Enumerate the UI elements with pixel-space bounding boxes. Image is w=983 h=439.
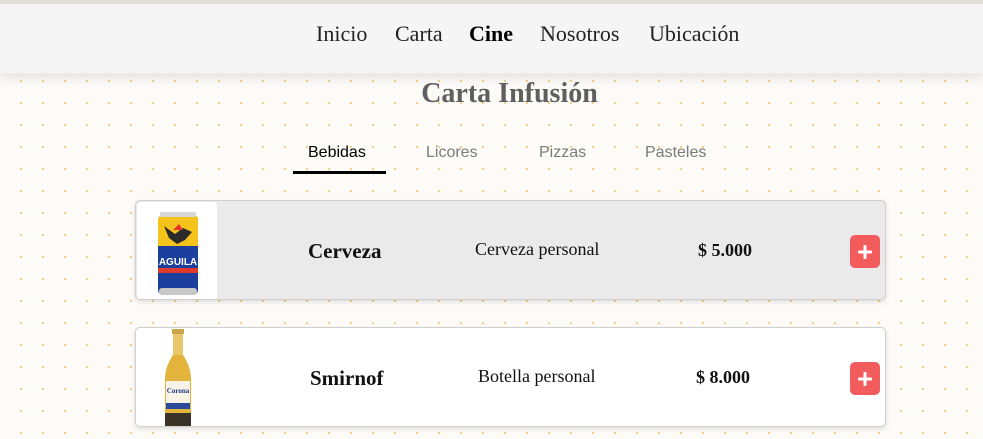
nav-link-ubicacion[interactable]: Ubicación: [649, 21, 739, 47]
tab-bebidas[interactable]: Bebidas: [308, 144, 366, 162]
add-to-cart-button[interactable]: [850, 235, 880, 268]
nav-link-inicio[interactable]: Inicio: [316, 21, 367, 47]
page-title: Carta Infusión: [421, 78, 598, 109]
product-description: Cerveza personal: [475, 239, 600, 259]
svg-text:Corona: Corona: [167, 387, 190, 395]
nav-link-cine[interactable]: Cine: [469, 21, 513, 47]
main-navbar: Inicio Carta Cine Nosotros Ubicación: [0, 4, 983, 74]
product-price: $ 5.000: [698, 240, 752, 260]
product-card: AGUILA Cerveza Cerveza personal $ 5.000: [135, 200, 886, 300]
corona-bottle-icon: Corona: [165, 329, 191, 426]
tab-licores[interactable]: Licores: [426, 144, 478, 162]
nav-link-nosotros[interactable]: Nosotros: [540, 21, 619, 47]
aguila-can-icon: AGUILA: [158, 212, 198, 295]
plus-icon: [858, 371, 872, 386]
product-image: Corona: [137, 329, 217, 426]
product-price: $ 8.000: [696, 367, 750, 387]
nav-link-carta[interactable]: Carta: [395, 21, 443, 47]
plus-icon: [858, 244, 872, 259]
svg-text:AGUILA: AGUILA: [159, 257, 197, 268]
product-name: Cerveza: [308, 239, 382, 263]
product-name: Smirnof: [310, 366, 384, 390]
product-card: Corona Smirnof Botella personal $ 8.000: [135, 327, 886, 427]
tab-pizzas[interactable]: Pizzas: [539, 144, 586, 162]
active-tab-underline: [293, 171, 386, 174]
product-image: AGUILA: [137, 202, 217, 299]
product-description: Botella personal: [478, 366, 596, 386]
add-to-cart-button[interactable]: [850, 362, 880, 395]
tab-pasteles[interactable]: Pasteles: [645, 144, 706, 162]
